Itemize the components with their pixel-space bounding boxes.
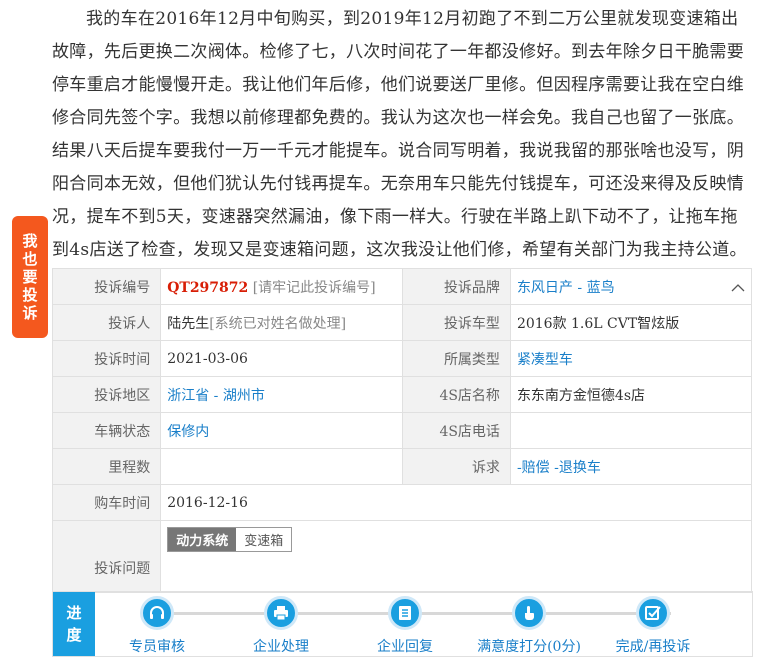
demand-cell: -赔偿 -退换车 (509, 448, 753, 485)
checkbox-icon (636, 596, 670, 630)
model-value: 2016款 1.6L CVT智炫版 (509, 304, 753, 341)
progress-step-label: 完成/再投诉 (615, 639, 691, 655)
progress-label: 进 度 (53, 592, 95, 656)
side-button-char: 诉 (22, 304, 38, 322)
model-label: 投诉车型 (401, 304, 511, 341)
purchase-label: 购车时间 (51, 484, 162, 521)
progress-bar: 进 度 专员审核 企业处理 企业回复 满意度打分(0分) 完成/再投诉 (52, 591, 753, 657)
complaint-no-label: 投诉编号 (51, 268, 162, 305)
mileage-label: 里程数 (51, 448, 162, 485)
side-button-char: 投 (22, 286, 38, 304)
issue-tag-system[interactable]: 动力系统 (168, 528, 237, 551)
document-icon (388, 596, 422, 630)
demand-label: 诉求 (401, 448, 511, 485)
dealer-phone-label: 4S店电话 (401, 412, 511, 449)
type-label: 所属类型 (401, 340, 511, 377)
status-label: 车辆状态 (51, 412, 162, 449)
complaint-story-text: 我的车在2016年12月中旬购买，到2019年12月初跑了不到二万公里就发现变速… (52, 9, 747, 260)
time-label: 投诉时间 (51, 340, 162, 377)
purchase-value: 2016-12-16 (160, 484, 752, 521)
demand-link[interactable]: -赔偿 -退换车 (517, 460, 601, 476)
hand-pointer-icon (512, 596, 546, 630)
region-link[interactable]: 浙江省 - 湖州市 (167, 388, 265, 404)
progress-step-done: 完成/再投诉 (593, 596, 713, 656)
issue-tags: 动力系统 变速箱 (167, 527, 293, 552)
region-label: 投诉地区 (51, 376, 162, 413)
progress-step-review: 专员审核 (97, 596, 217, 656)
progress-step-label: 企业处理 (253, 639, 309, 655)
brand-cell: 东风日产 - 蓝鸟 (509, 268, 753, 305)
region-cell: 浙江省 - 湖州市 (160, 376, 403, 413)
complainant-label: 投诉人 (51, 304, 162, 341)
progress-step-rating: 满意度打分(0分) (469, 596, 589, 656)
progress-step-processing: 企业处理 (221, 596, 341, 656)
brand-label: 投诉品牌 (401, 268, 511, 305)
brand-link[interactable]: 东风日产 - 蓝鸟 (517, 280, 615, 296)
complaint-no-cell: QT297872 [请牢记此投诉编号] (160, 268, 403, 305)
type-link[interactable]: 紧凑型车 (517, 352, 573, 368)
issue-label: 投诉问题 (51, 520, 162, 593)
progress-step-label: 专员审核 (129, 639, 185, 655)
issue-tag-part[interactable]: 变速箱 (236, 528, 292, 551)
side-button-char: 要 (22, 268, 38, 286)
headset-icon (140, 596, 174, 630)
issue-cell: 动力系统 变速箱 (160, 520, 752, 593)
complaint-story: 我的车在2016年12月中旬购买，到2019年12月初跑了不到二万公里就发现变速… (52, 0, 752, 267)
mileage-value (160, 448, 403, 485)
complaint-info-table: 投诉编号 QT297872 [请牢记此投诉编号] 投诉品牌 东风日产 - 蓝鸟 … (51, 268, 753, 593)
status-cell: 保修内 (160, 412, 403, 449)
status-link[interactable]: 保修内 (167, 424, 209, 440)
complainant-note: [系统已对姓名做处理] (209, 315, 347, 332)
progress-label-char: 进 (66, 604, 82, 622)
complain-too-button[interactable]: 我 也 要 投 诉 (12, 216, 48, 338)
dealer-phone-value (509, 412, 753, 449)
progress-step-label: 满意度打分(0分) (477, 639, 581, 655)
progress-step-reply: 企业回复 (345, 596, 465, 656)
chevron-up-icon[interactable] (731, 281, 745, 295)
progress-step-label: 企业回复 (377, 639, 433, 655)
dealer-label: 4S店名称 (401, 376, 511, 413)
progress-label-char: 度 (66, 626, 82, 644)
complaint-no-note: [请牢记此投诉编号] (252, 279, 376, 296)
complainant-name: 陆先生 (167, 315, 210, 332)
type-cell: 紧凑型车 (509, 340, 753, 377)
side-button-char: 我 (22, 232, 38, 250)
complaint-no: QT297872 (167, 279, 249, 296)
side-button-char: 也 (22, 250, 38, 268)
dealer-value: 东东南方金恒德4s店 (509, 376, 753, 413)
time-value: 2021-03-06 (160, 340, 403, 377)
printer-icon (264, 596, 298, 630)
complainant-cell: 陆先生[系统已对姓名做处理] (160, 304, 403, 341)
